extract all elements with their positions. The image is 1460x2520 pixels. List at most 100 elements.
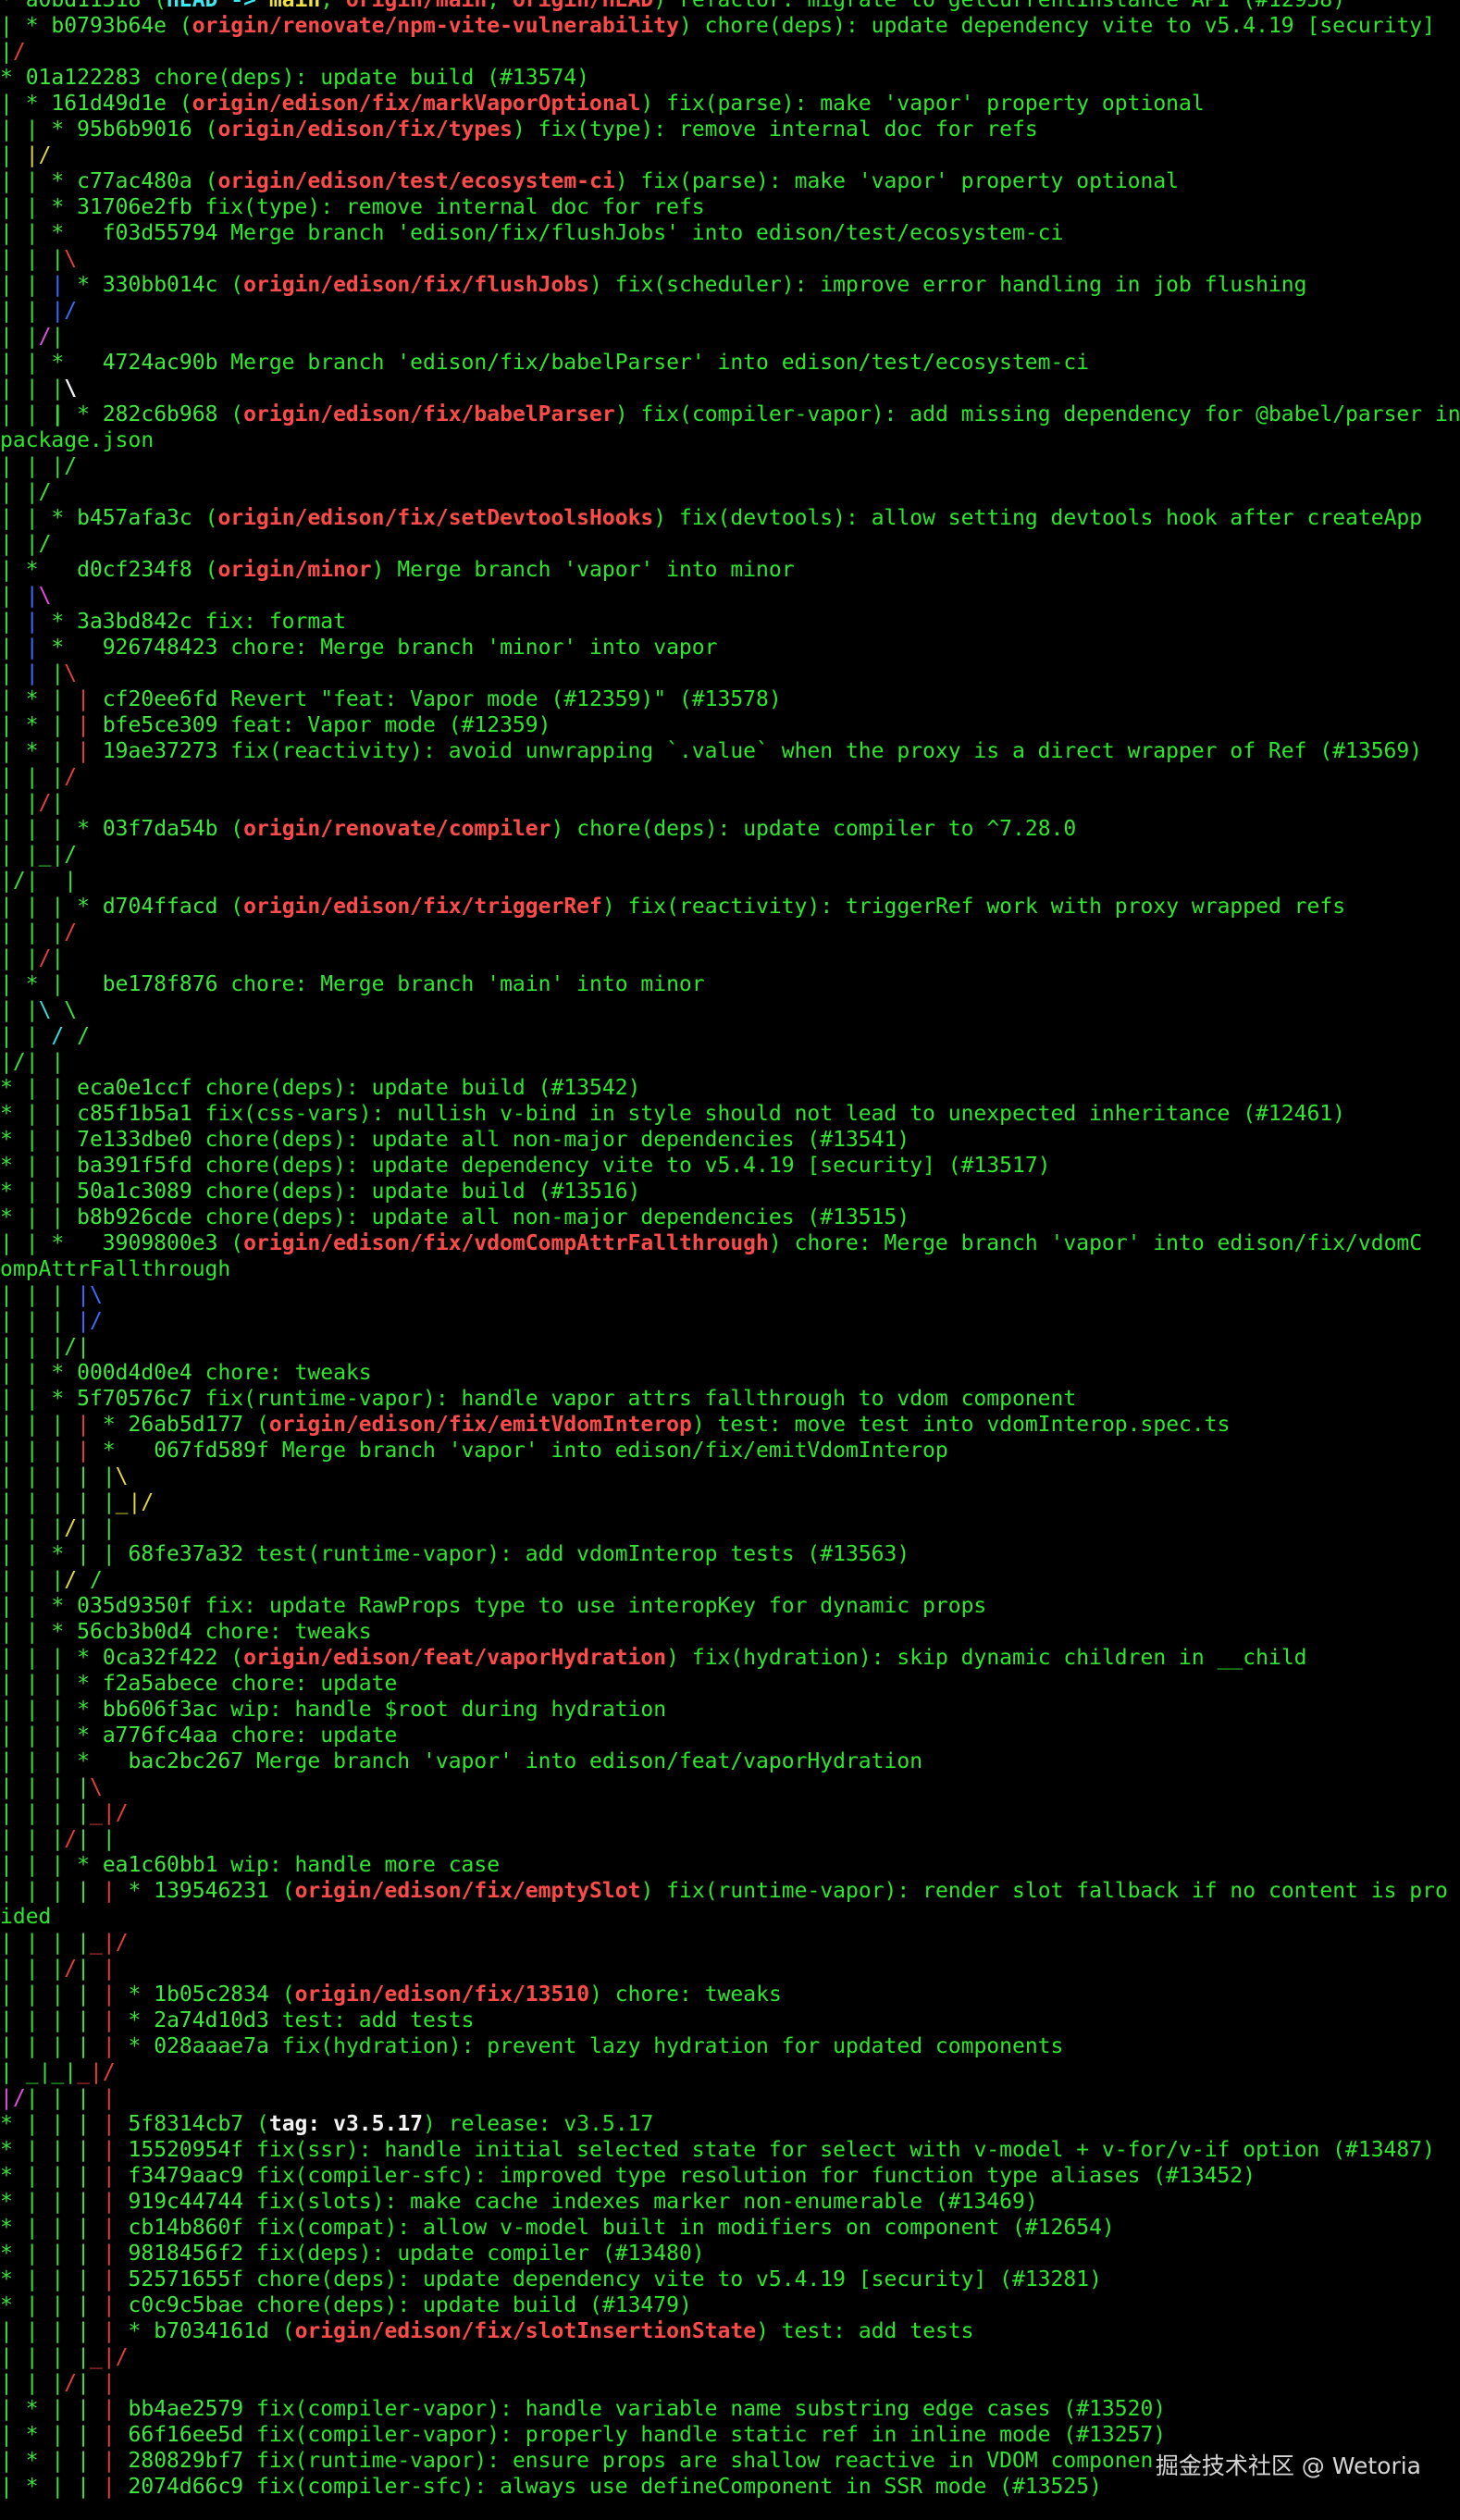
commit-message: chore(deps): update dependency vite to v… <box>704 14 1435 38</box>
graph-segment: | <box>77 1957 103 1981</box>
graph-row: |/| | | | <box>0 2085 116 2111</box>
graph-segment: | <box>102 1931 116 1955</box>
commit-row: | | * 000d4d0e4 chore: tweaks <box>0 1360 372 1386</box>
graph-segment: | <box>25 2164 52 2188</box>
graph-segment: | <box>25 2293 52 2317</box>
graph-segment: | <box>77 2423 103 2447</box>
graph-segment: \ <box>115 1464 129 1489</box>
commit-message: chore(deps): update compiler to ^7.28.0 <box>576 817 1077 841</box>
graph-segment: | <box>0 1387 26 1411</box>
commit-hash: 1b05c2834 <box>154 1983 269 2007</box>
graph-segment: * <box>51 1594 78 1618</box>
graph-segment: | <box>0 221 26 245</box>
ref-punctuation: ) <box>512 117 526 142</box>
graph-segment: | <box>0 1024 26 1048</box>
ref-punctuation: ( <box>230 895 244 919</box>
graph-segment: | <box>0 1775 26 1799</box>
graph-segment: | <box>0 895 26 919</box>
graph-row: | | |\ <box>0 376 77 401</box>
graph-segment: | <box>0 377 26 401</box>
ref-punctuation: ( <box>256 2112 269 2136</box>
branch-ref: origin/edison/fix/babelParser <box>243 402 615 426</box>
graph-segment: | <box>25 1516 52 1540</box>
commit-hash: 01a122283 <box>25 66 142 90</box>
graph-segment: | <box>77 687 103 711</box>
graph-segment: | <box>77 2034 103 2058</box>
graph-segment: | <box>51 1983 78 2007</box>
commit-row: * | | | | 52571655f chore(deps): update … <box>0 2267 1102 2292</box>
watermark: 掘金技术社区 @ Wetoria <box>1155 2452 1421 2479</box>
graph-segment: * <box>51 195 78 219</box>
graph-segment: * <box>0 1154 26 1178</box>
commit-row: | | * 5f70576c7 fix(runtime-vapor): hand… <box>0 1386 1076 1412</box>
graph-segment: | <box>77 1516 103 1540</box>
graph-segment: * <box>25 2449 52 2473</box>
graph-segment: | <box>51 1490 78 1514</box>
graph-segment: / <box>38 791 52 815</box>
graph-segment: * <box>0 1205 26 1229</box>
graph-segment: | <box>77 1335 90 1359</box>
graph-segment: | <box>77 2267 103 2291</box>
graph-segment: | <box>102 2034 129 2058</box>
graph-segment: | <box>77 2475 103 2499</box>
commit-message: chore(deps): update build (#13516) <box>204 1180 641 1204</box>
graph-row: | | | |\ <box>0 1282 103 1308</box>
commit-row: | | | * bb606f3ac wip: handle $root duri… <box>0 1697 666 1723</box>
graph-segment: | <box>0 480 26 504</box>
branch-ref: origin/edison/test/ecosystem-ci <box>217 169 615 193</box>
graph-segment: | <box>25 1542 52 1566</box>
graph-segment: | <box>0 920 26 945</box>
graph-segment: | <box>77 2371 103 2395</box>
commit-row: | | * | | 68fe37a32 test(runtime-vapor):… <box>0 1541 909 1567</box>
graph-segment: | <box>77 1464 103 1489</box>
commit-row: | | | | | * 139546231 (origin/edison/fix… <box>0 1878 1448 1904</box>
graph-segment: | <box>25 1957 52 1981</box>
ref-punctuation: ( <box>230 273 244 297</box>
graph-segment: | <box>51 1879 78 1903</box>
graph-segment: | <box>25 1024 39 1048</box>
commit-hash: 161d49d1e <box>51 92 167 116</box>
graph-segment: _ <box>89 2345 103 2369</box>
graph-row: | | | |/ <box>0 1308 103 1334</box>
graph-segment: | <box>51 1180 78 1204</box>
graph-segment: | <box>25 2034 52 2058</box>
graph-segment: * <box>128 2034 155 2058</box>
graph-segment: | <box>51 739 78 763</box>
graph-segment: * <box>0 2242 26 2266</box>
graph-segment: | <box>25 791 39 815</box>
graph-segment: | <box>51 843 65 867</box>
graph-segment: | <box>0 687 26 711</box>
graph-segment: | <box>25 1439 52 1463</box>
graph-segment: | <box>25 1568 52 1592</box>
commit-row: | * | | | bb4ae2579 fix(compiler-vapor):… <box>0 2396 1166 2422</box>
graph-segment: | <box>25 1490 52 1514</box>
graph-segment: | <box>25 1620 52 1644</box>
graph-segment: | <box>25 2267 52 2291</box>
commit-message: refactor: migrate to getCurrentInstance … <box>679 0 1346 12</box>
graph-segment: | <box>0 2034 26 2058</box>
graph-segment: | <box>25 117 52 142</box>
commit-row: | | | * f2a5abece chore: update <box>0 1671 397 1697</box>
graph-segment: | <box>102 2345 116 2369</box>
graph-segment: | <box>25 1180 52 1204</box>
graph-segment: | <box>25 584 39 608</box>
graph-row: | | | |_|/ <box>0 2344 129 2370</box>
ref-punctuation: ( <box>230 1646 244 1670</box>
commit-hash: b457afa3c <box>77 506 192 530</box>
graph-segment: | <box>51 1827 65 1851</box>
graph-segment: | <box>25 1076 52 1100</box>
graph-segment: | <box>25 2242 52 2266</box>
graph-segment: | <box>77 2216 103 2240</box>
graph-segment: / <box>12 2086 26 2110</box>
commit-hash: 7e133dbe0 <box>77 1128 192 1152</box>
ref-punctuation: ) <box>371 558 385 582</box>
graph-segment: | <box>77 1983 103 2007</box>
graph-segment: | <box>25 1801 52 1825</box>
graph-segment: | <box>51 765 65 789</box>
graph-segment: | <box>51 1205 78 1229</box>
graph-segment: / <box>64 299 78 323</box>
graph-row: | |/| <box>0 790 64 816</box>
graph-segment: | <box>51 1413 78 1437</box>
graph-segment: | <box>25 2371 52 2395</box>
graph-segment: * <box>77 1646 103 1670</box>
